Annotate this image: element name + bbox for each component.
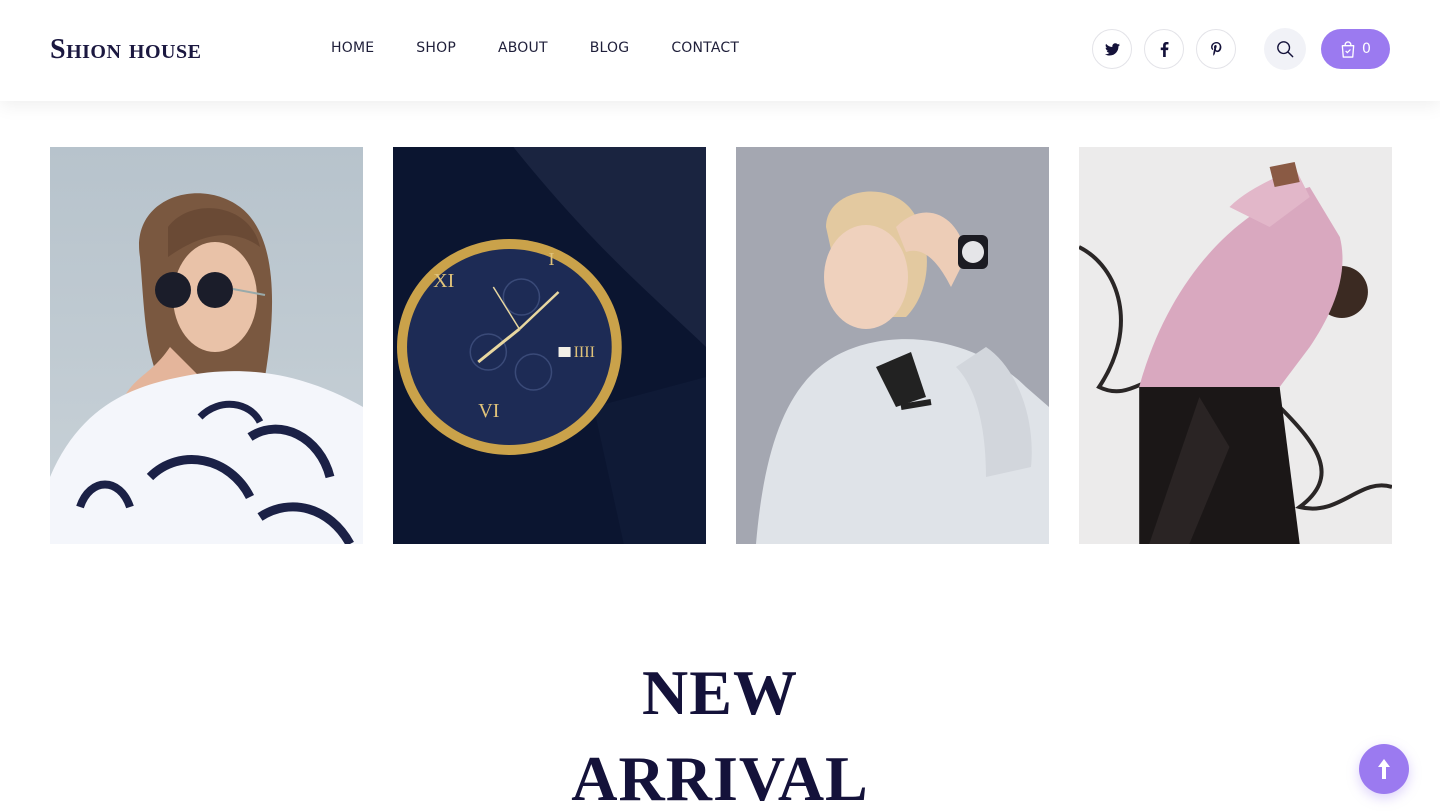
cart-count: 0 <box>1362 41 1371 57</box>
arrow-up-icon <box>1378 759 1390 779</box>
svg-text:IIII: IIII <box>574 344 595 361</box>
main-nav: HOME SHOP ABOUT BLOG CONTACT <box>331 40 781 56</box>
site-logo[interactable]: Shion house <box>50 34 201 66</box>
social-links <box>1092 29 1236 69</box>
nav-shop[interactable]: SHOP <box>416 40 456 56</box>
woman-pink-jacket-photo[interactable] <box>1079 147 1392 544</box>
pinterest-icon <box>1210 42 1221 56</box>
facebook-icon <box>1160 41 1168 57</box>
cart-button[interactable]: 0 <box>1321 29 1390 69</box>
twitter-icon <box>1104 42 1120 55</box>
heading-line-2: ARRIVAL <box>571 743 869 812</box>
heading-line-1: NEW <box>642 657 798 728</box>
image-gallery: XI I IIII VI <box>50 147 1392 544</box>
woman-hoodie-smartwatch-photo[interactable] <box>736 147 1049 544</box>
twitter-button[interactable] <box>1092 29 1132 69</box>
nav-home[interactable]: HOME <box>331 40 374 56</box>
shopping-bag-icon <box>1341 40 1355 58</box>
pinterest-button[interactable] <box>1196 29 1236 69</box>
site-header: Shion house HOME SHOP ABOUT BLOG CONTACT <box>0 0 1440 101</box>
facebook-button[interactable] <box>1144 29 1184 69</box>
woman-sunglasses-photo[interactable] <box>50 147 363 544</box>
nav-about[interactable]: ABOUT <box>498 40 548 56</box>
svg-text:I: I <box>548 249 554 269</box>
search-button[interactable] <box>1264 28 1306 70</box>
svg-text:XI: XI <box>433 270 454 292</box>
svg-text:VI: VI <box>478 400 499 422</box>
scroll-to-top-button[interactable] <box>1359 744 1409 794</box>
new-arrival-heading: NEW ARRIVAL <box>0 650 1440 812</box>
search-icon <box>1277 41 1294 58</box>
wristwatch-photo[interactable]: XI I IIII VI <box>393 147 706 544</box>
nav-blog[interactable]: BLOG <box>590 40 630 56</box>
nav-contact[interactable]: CONTACT <box>671 40 739 56</box>
